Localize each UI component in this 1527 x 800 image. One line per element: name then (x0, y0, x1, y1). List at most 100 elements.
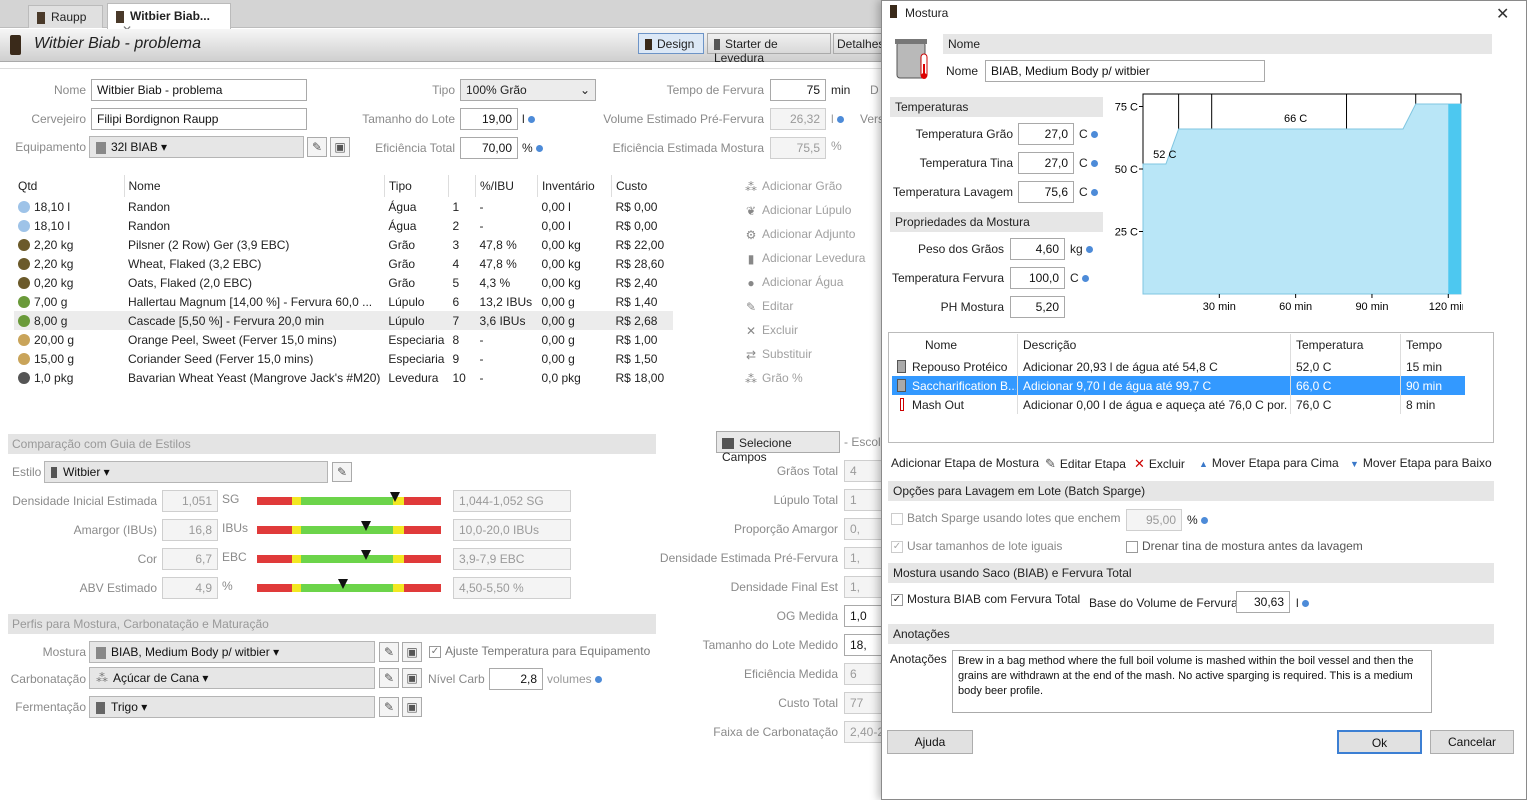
add-hop-button[interactable]: ❦ Adicionar Lúpulo (744, 203, 851, 218)
move-down-button[interactable]: ▼ Mover Etapa para Baixo (1350, 456, 1492, 470)
delete-step-button[interactable]: ✕ Excluir (1134, 456, 1185, 472)
steps-col-header[interactable]: Nome (925, 338, 957, 352)
edit-fermentacao-button[interactable]: ✎ (379, 697, 399, 717)
close-icon[interactable]: ✕ (1496, 4, 1509, 24)
move-up-button[interactable]: ▲ Mover Etapa para Cima (1199, 456, 1339, 470)
ajuda-button[interactable]: Ajuda (887, 730, 973, 754)
col-inventario[interactable]: Inventário (536, 175, 612, 197)
temp-lavagem-input[interactable]: 75,6 (1018, 181, 1074, 203)
col-tipo[interactable]: Tipo (383, 175, 449, 197)
iguais-checkbox[interactable]: ✓ Usar tamanhos de lote iguais (891, 539, 1062, 553)
table-row[interactable]: 18,10 l Randon Água 1 - 0,00 l R$ 0,00 (14, 197, 673, 216)
fermentacao-combo[interactable]: Trigo ▾ (89, 696, 375, 718)
pct-cell-text: 47,8 % (479, 256, 517, 271)
anotacoes-textarea[interactable]: Brew in a bag method where the full boil… (952, 650, 1432, 713)
temp-fervura-input[interactable]: 100,0 (1010, 267, 1065, 289)
summary-value[interactable]: 1,0 (844, 605, 884, 627)
ph-input[interactable]: 5,20 (1010, 296, 1065, 318)
col-num[interactable] (447, 175, 476, 197)
add-water-button[interactable]: ● Adicionar Água (744, 275, 843, 290)
delete-button[interactable]: ✕ Excluir (744, 323, 798, 338)
col-pct[interactable]: %/IBU (474, 175, 538, 197)
batch-unit-text: % (1187, 513, 1198, 527)
nivel-carb-input[interactable]: 2,8 (489, 668, 543, 690)
col-custo[interactable]: Custo (610, 175, 674, 197)
table-header: Qtd Nome Tipo %/IBU Inventário Custo (14, 175, 674, 197)
edit-equipamento-button[interactable]: ✎ (307, 137, 327, 157)
edit-step-button[interactable]: ✎ Editar Etapa (1045, 456, 1126, 472)
edit-mostura-button[interactable]: ✎ (379, 642, 399, 662)
substitute-button[interactable]: ⇄ Substituir (744, 347, 812, 362)
nome-cell: Bavarian Wheat Yeast (Mangrove Jack's #M… (124, 368, 384, 387)
temp-tina-input[interactable]: 27,0 (1018, 152, 1074, 174)
edit-estilo-button[interactable]: ✎ (332, 462, 352, 482)
table-row[interactable]: 20,00 g Orange Peel, Sweet (Ferver 15,0 m… (14, 330, 673, 349)
inventario-cell-text: 0,00 g (541, 332, 575, 347)
save-carbonatacao-button[interactable]: ▣ (402, 668, 422, 688)
sugar-icon: ⁂ (96, 671, 108, 685)
estilo-combo[interactable]: Witbier ▾ (44, 461, 328, 483)
style-range-text: 4,50-5,50 % (453, 577, 571, 599)
nome-cell-text: Coriander Seed (Ferver 15,0 mins) (128, 351, 314, 366)
batch-percent-unit: % (1187, 513, 1208, 527)
mostura-combo[interactable]: BIAB, Medium Body p/ witbier ▾ (89, 641, 375, 663)
starter-button[interactable]: Starter de Levedura (707, 33, 831, 65)
table-row[interactable]: 7,00 g Hallertau Magnum [14,00 %] - Fervu… (14, 292, 673, 311)
save-equipamento-button[interactable]: ▣ (330, 137, 350, 157)
table-row[interactable]: 8,00 g Cascade [5,50 %] - Fervura 20,0 mi… (14, 311, 674, 330)
summary-value[interactable]: 18, (844, 634, 884, 656)
nome-input[interactable]: Witbier Biab - problema (91, 79, 307, 101)
equipamento-label: Equipamento (15, 140, 86, 154)
add-yeast-button[interactable]: ▮ Adicionar Levedura (744, 251, 866, 266)
fervura-input[interactable]: 75 (770, 79, 826, 101)
table-row[interactable]: 0,20 kg Oats, Flaked (2,0 EBC) Grão 5 4,3 % 0… (14, 273, 673, 292)
grain-percent-button[interactable]: ⁂ Grão % (744, 371, 803, 386)
equipamento-combo[interactable]: 32l BIAB ▾ (89, 136, 304, 158)
tab-witbier[interactable]: Witbier Biab... ✕ (107, 3, 231, 37)
ok-button[interactable]: Ok (1337, 730, 1422, 754)
add-grain-button[interactable]: ⁂ Adicionar Grão (744, 179, 842, 194)
steps-col-header[interactable]: Descrição (1023, 338, 1076, 352)
lote-input[interactable]: 19,00 (460, 108, 518, 130)
drenar-checkbox[interactable]: Drenar tina de mostura antes da lavagem (1126, 539, 1363, 553)
biab-checkbox[interactable]: ✓ Mostura BIAB com Fervura Total (891, 592, 1080, 606)
save-fermentacao-button[interactable]: ▣ (402, 697, 422, 717)
selecione-campos-button[interactable]: Selecione Campos (716, 431, 840, 464)
eficiencia-input[interactable]: 70,00 (460, 137, 518, 159)
col-qtd[interactable]: Qtd (14, 175, 124, 197)
add-step-button[interactable]: Adicionar Etapa de Mostura (891, 456, 1039, 470)
temp-grao-input[interactable]: 27,0 (1018, 123, 1074, 145)
cancelar-button[interactable]: Cancelar (1430, 730, 1514, 754)
save-mostura-button[interactable]: ▣ (402, 642, 422, 662)
info-dot-icon (535, 145, 543, 153)
steps-col-header[interactable]: Tempo (1406, 338, 1442, 352)
estilo-value: Witbier (63, 465, 101, 479)
carbonatacao-combo[interactable]: ⁂ Açúcar de Cana ▾ (89, 667, 375, 689)
qtd-cell-text: 15,00 g (34, 351, 75, 366)
ajuste-checkbox[interactable]: ✓ Ajuste Temperatura para Equipamento (429, 644, 650, 658)
tab-raupp[interactable]: Raupp (28, 5, 103, 28)
peso-input[interactable]: 4,60 (1010, 238, 1065, 260)
table-row[interactable]: 18,10 l Randon Água 2 - 0,00 l R$ 0,00 (14, 216, 673, 235)
add-adjunct-button[interactable]: ⚙ Adicionar Adjunto (744, 227, 856, 242)
batch-sparge-checkbox[interactable]: Batch Sparge usando lotes que enchem (891, 511, 1120, 525)
edit-button[interactable]: ✎ Editar (744, 299, 793, 314)
inventario-cell: 0,00 g (537, 349, 611, 368)
steps-col-header[interactable]: Temperatura (1296, 338, 1363, 352)
detalhes-button[interactable]: Detalhes (833, 33, 883, 54)
base-volume-input[interactable]: 30,63 (1236, 591, 1290, 613)
cervejeiro-input[interactable]: Filipi Bordignon Raupp (91, 108, 307, 130)
table-row[interactable]: 2,20 kg Wheat, Flaked (3,2 EBC) Grão 4 47,8 … (14, 254, 673, 273)
eficiencia-label: Eficiência Total (375, 141, 455, 155)
table-row[interactable]: 15,00 g Coriander Seed (Ferver 15,0 mins)… (14, 349, 673, 368)
nome-cell: Randon (124, 197, 384, 216)
edit-carbonatacao-button[interactable]: ✎ (379, 668, 399, 688)
design-button[interactable]: Design (638, 33, 704, 54)
col-nome[interactable]: Nome (123, 175, 385, 197)
table-row[interactable]: 1,0 pkg Bavarian Wheat Yeast (Mangrove Ja… (14, 368, 673, 387)
dialog-nome-input[interactable]: BIAB, Medium Body p/ witbier (985, 60, 1265, 82)
tipo-select[interactable]: 100% Grão ⌄ (460, 79, 596, 101)
dialog-nome-label: Nome (946, 64, 979, 78)
table-row[interactable]: 2,20 kg Pilsner (2 Row) Ger (3,9 EBC) Grão… (14, 235, 673, 254)
volume-unit-text: l (831, 112, 834, 126)
